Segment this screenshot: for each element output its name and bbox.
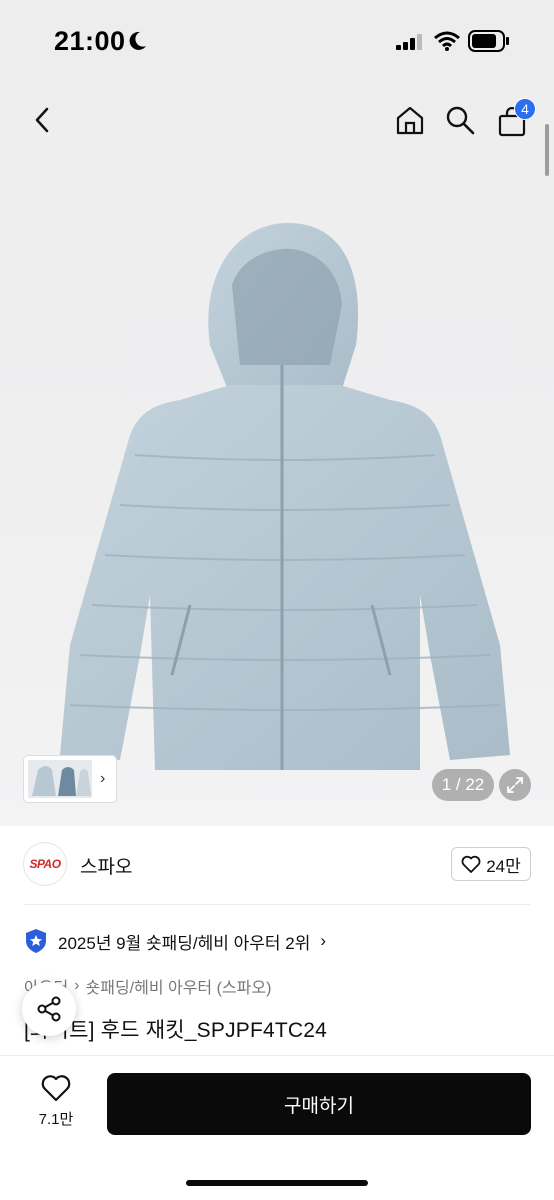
search-icon [446,106,475,135]
signal-icon [396,34,424,55]
wifi-icon [434,31,460,56]
back-button[interactable] [24,102,60,138]
divider [24,904,530,905]
battery-icon [468,30,510,57]
expand-icon [507,777,523,793]
ranking-chevron: › [320,931,327,950]
share-icon [37,996,61,1022]
brand-like-count: 24만 [486,856,521,876]
cart-count-badge: 4 [514,98,536,120]
thumbnail-strip[interactable]: › [24,756,116,802]
share-button[interactable] [22,982,76,1036]
ranking-text: 2025년 9월 숏패딩/헤비 아우터 2위 [58,933,311,953]
cart-button[interactable]: 4 [492,98,536,142]
brand-name[interactable]: 스파오 [80,852,132,879]
wishlist-count: 7.1만 [38,1111,74,1128]
star-badge-icon [26,929,46,953]
expand-button[interactable] [499,769,531,801]
product-photo [60,222,510,770]
image-counter: 1 / 22 [432,769,494,801]
brand-logo-text: SPAO [29,857,61,871]
buy-button[interactable]: 구매하기 [107,1073,531,1135]
search-button[interactable] [442,102,478,138]
breadcrumb-category[interactable]: 숏패딩/헤비 아우터 (스파오) [86,974,272,998]
product-image-gallery[interactable]: 21:00 4 › 1 / 22 [0,0,554,826]
brand-like-button[interactable]: 24만 [451,847,531,881]
thumbnail-chevron: › [100,770,106,787]
breadcrumb-separator: › [74,977,80,994]
heart-icon [41,1075,71,1102]
ranking-link[interactable]: 2025년 9월 숏패딩/헤비 아우터 2위 › [24,928,326,954]
status-bar: 21:00 [0,0,554,84]
brand-logo[interactable]: SPAO [23,842,67,886]
moon-icon [126,30,148,57]
home-icon [396,106,424,135]
thumbnail-image[interactable] [28,760,92,798]
back-icon [35,107,49,133]
heart-icon [461,855,481,873]
home-button[interactable] [392,102,428,138]
status-time: 21:00 [54,26,126,56]
wishlist-button[interactable]: 7.1만 [20,1074,92,1134]
scroll-indicator[interactable] [545,124,549,176]
home-indicator [186,1180,368,1186]
